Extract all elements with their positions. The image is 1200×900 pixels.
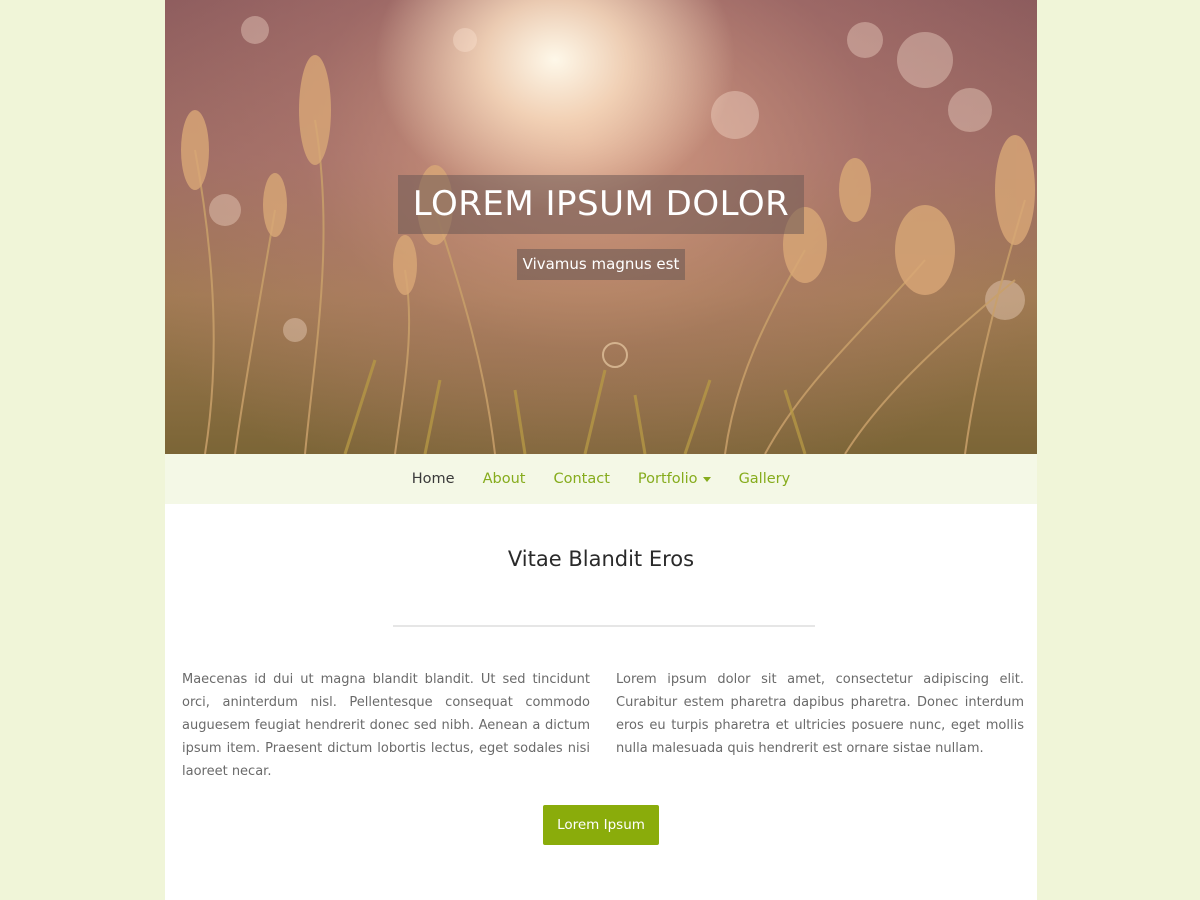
text-column-left: Maecenas id dui ut magna blandit blandit… <box>182 672 590 779</box>
hero-title: LOREM IPSUM DOLOR <box>398 175 804 234</box>
hero-banner: LOREM IPSUM DOLOR Vivamus magnus est <box>165 0 1037 454</box>
hero-subtitle: Vivamus magnus est <box>517 249 685 280</box>
nav-item-label: Portfolio <box>637 471 698 487</box>
text-column-right: Lorem ipsum dolor sit amet, consectetur … <box>616 672 1024 756</box>
section-title: Vitae Blandit Eros <box>507 547 695 571</box>
main-navigation: Home About Contact Portfolio Gallery <box>165 454 1037 504</box>
nav-item-about[interactable]: About <box>469 471 540 487</box>
nav-item-portfolio[interactable]: Portfolio <box>624 471 725 487</box>
nav-item-gallery[interactable]: Gallery <box>725 471 805 487</box>
nav-item-home[interactable]: Home <box>398 471 469 487</box>
nav-item-label: Gallery <box>738 471 791 487</box>
caret-down-icon <box>702 477 711 482</box>
nav-item-label: Home <box>411 471 455 487</box>
divider <box>393 625 815 627</box>
cta-button[interactable]: Lorem Ipsum <box>543 805 659 845</box>
nav-item-label: Contact <box>553 471 610 487</box>
nav-item-label: About <box>482 471 526 487</box>
nav-item-contact[interactable]: Contact <box>539 471 623 487</box>
page-container: LOREM IPSUM DOLOR Vivamus magnus est Hom… <box>165 0 1037 900</box>
